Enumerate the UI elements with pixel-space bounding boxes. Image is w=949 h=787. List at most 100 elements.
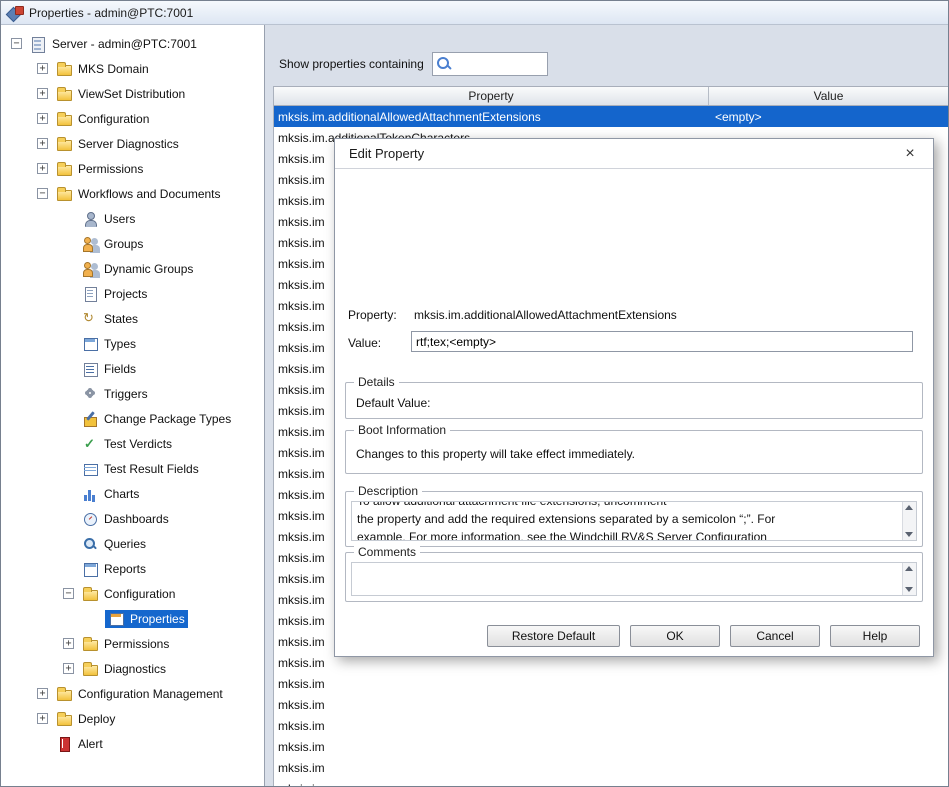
expander-plus-icon[interactable]: + — [37, 63, 48, 74]
dialog-title-bar[interactable]: Edit Property — [335, 139, 933, 169]
table-row[interactable]: mksis.im — [274, 778, 948, 786]
tree-item-properties[interactable]: Properties — [1, 606, 264, 631]
expander-plus-icon[interactable]: + — [37, 713, 48, 724]
tree-item-diagnostics[interactable]: +Diagnostics — [1, 656, 264, 681]
tree-item-permissions[interactable]: +Permissions — [1, 631, 264, 656]
tree-node: Queries — [79, 535, 149, 553]
tree-node: Server - admin@PTC:7001 — [27, 35, 200, 53]
folder-icon — [56, 136, 73, 152]
tree-item-workflows-and-documents[interactable]: −Workflows and Documents — [1, 181, 264, 206]
table-row[interactable]: mksis.im — [274, 673, 948, 694]
tree-item-alert[interactable]: Alert — [1, 731, 264, 756]
property-cell: mksis.im — [274, 761, 709, 775]
fields-icon — [82, 361, 99, 377]
expander-plus-icon[interactable]: + — [63, 638, 74, 649]
search-input[interactable] — [453, 54, 547, 74]
description-textarea[interactable]: To allow additional attachment file exte… — [351, 501, 917, 541]
default-value-label: Default Value: — [356, 396, 431, 410]
tree-item-server-admin-ptc-7001[interactable]: − Server - admin@PTC:7001 — [1, 31, 264, 56]
column-header-property[interactable]: Property — [274, 87, 709, 105]
users-icon — [82, 261, 99, 277]
scroll-down-icon[interactable] — [905, 532, 913, 537]
expander-spacer — [63, 313, 74, 324]
property-cell: mksis.im — [274, 719, 709, 733]
table-row[interactable]: mksis.im — [274, 715, 948, 736]
title-bar[interactable]: Properties - admin@PTC:7001 — [1, 1, 948, 25]
cancel-button[interactable]: Cancel — [730, 625, 820, 647]
tree-item-mks-domain[interactable]: +MKS Domain — [1, 56, 264, 81]
tree-node: ViewSet Distribution — [53, 85, 188, 103]
value-input[interactable] — [411, 331, 913, 352]
tree-node: Dashboards — [79, 510, 172, 528]
tree-node: Alert — [53, 735, 106, 753]
tree-item-reports[interactable]: Reports — [1, 556, 264, 581]
tree-item-label: Permissions — [78, 162, 143, 176]
tree-item-dynamic-groups[interactable]: Dynamic Groups — [1, 256, 264, 281]
tree-item-states[interactable]: States — [1, 306, 264, 331]
value-label: Value: — [348, 336, 381, 350]
expander-plus-icon[interactable]: + — [37, 688, 48, 699]
property-cell: mksis.im.additionalAllowedAttachmentExte… — [274, 110, 709, 124]
tree-item-deploy[interactable]: +Deploy — [1, 706, 264, 731]
help-button[interactable]: Help — [830, 625, 920, 647]
tree-item-queries[interactable]: Queries — [1, 531, 264, 556]
description-scrollbar[interactable] — [902, 502, 916, 540]
table-row[interactable]: mksis.im.additionalAllowedAttachmentExte… — [274, 106, 948, 127]
users-icon — [82, 236, 99, 252]
tree-item-configuration-management[interactable]: + Configuration Management — [1, 681, 264, 706]
comments-textarea[interactable] — [351, 562, 917, 596]
tree-item-configuration[interactable]: +Configuration — [1, 106, 264, 131]
tree-item-types[interactable]: Types — [1, 331, 264, 356]
comments-scrollbar[interactable] — [902, 563, 916, 595]
tree-item-users[interactable]: Users — [1, 206, 264, 231]
expander-minus-icon[interactable]: − — [37, 188, 48, 199]
tree-item-test-result-fields[interactable]: Test Result Fields — [1, 456, 264, 481]
tree-item-fields[interactable]: Fields — [1, 356, 264, 381]
expander-plus-icon[interactable]: + — [37, 88, 48, 99]
tree-item-viewset-distribution[interactable]: + ViewSet Distribution — [1, 81, 264, 106]
table-row[interactable]: mksis.im — [274, 694, 948, 715]
scroll-down-icon[interactable] — [905, 587, 913, 592]
tree-item-label: Server - admin@PTC:7001 — [52, 37, 197, 51]
tree-item-label: Charts — [104, 487, 139, 501]
tree-item-groups[interactable]: Groups — [1, 231, 264, 256]
expander-spacer — [63, 463, 74, 474]
tree-item-permissions[interactable]: + Permissions — [1, 156, 264, 181]
grid-icon — [82, 461, 99, 477]
tree-node: Groups — [79, 235, 146, 253]
description-legend: Description — [354, 484, 422, 498]
tree-item-projects[interactable]: Projects — [1, 281, 264, 306]
expander-minus-icon[interactable]: − — [11, 38, 22, 49]
scroll-up-icon[interactable] — [905, 505, 913, 510]
expander-minus-icon[interactable]: − — [63, 588, 74, 599]
description-group: Description To allow additional attachme… — [345, 491, 923, 547]
expander-plus-icon[interactable]: + — [63, 663, 74, 674]
ok-button[interactable]: OK — [630, 625, 720, 647]
search-field[interactable] — [432, 52, 548, 76]
folder-open-icon — [82, 586, 99, 602]
scroll-up-icon[interactable] — [905, 566, 913, 571]
tree-item-triggers[interactable]: Triggers — [1, 381, 264, 406]
tree-item-label: Users — [104, 212, 135, 226]
expander-plus-icon[interactable]: + — [37, 113, 48, 124]
tree-item-configuration[interactable]: − Configuration — [1, 581, 264, 606]
tree-item-label: Configuration — [104, 587, 175, 601]
column-header-value[interactable]: Value — [709, 87, 948, 105]
table-row[interactable]: mksis.im — [274, 757, 948, 778]
tree-item-label: Configuration Management — [78, 687, 223, 701]
expander-spacer — [63, 238, 74, 249]
tree-node: States — [79, 310, 141, 328]
expander-spacer — [63, 438, 74, 449]
expander-plus-icon[interactable]: + — [37, 138, 48, 149]
tree-item-test-verdicts[interactable]: Test Verdicts — [1, 431, 264, 456]
edit-property-dialog: Edit Property Property: mksis.im.additio… — [334, 138, 934, 657]
search-icon[interactable] — [435, 55, 453, 73]
table-row[interactable]: mksis.im — [274, 736, 948, 757]
expander-plus-icon[interactable]: + — [37, 163, 48, 174]
close-icon[interactable] — [901, 146, 919, 162]
restore-default-button[interactable]: Restore Default — [487, 625, 620, 647]
tree-item-server-diagnostics[interactable]: +Server Diagnostics — [1, 131, 264, 156]
tree-item-dashboards[interactable]: Dashboards — [1, 506, 264, 531]
tree-item-charts[interactable]: Charts — [1, 481, 264, 506]
tree-item-change-package-types[interactable]: Change Package Types — [1, 406, 264, 431]
